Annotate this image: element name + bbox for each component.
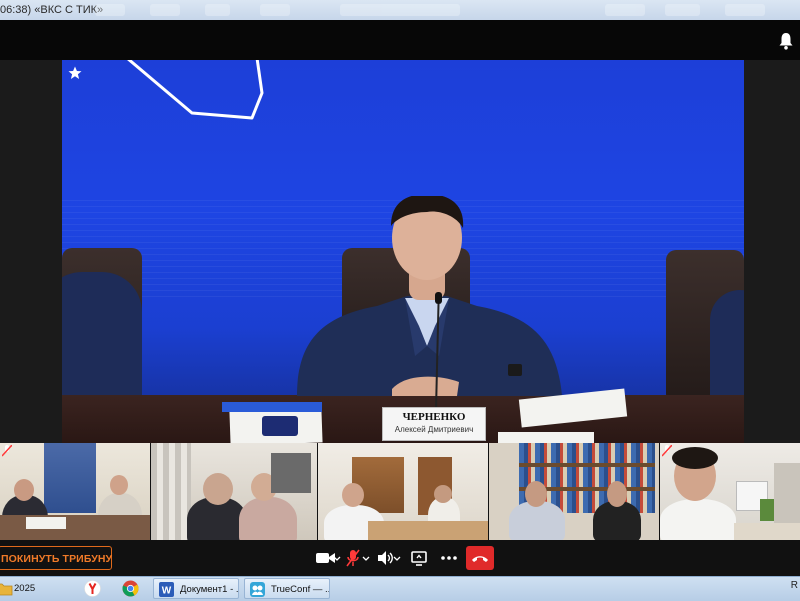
svg-text:W: W (162, 586, 172, 597)
taskbar-trueconf[interactable]: TrueConf — ... (244, 578, 330, 599)
map-outline-graphic (127, 60, 264, 120)
bell-icon[interactable] (778, 32, 794, 50)
taskbar-item-label: TrueConf — ... (271, 584, 330, 595)
yandex-browser-icon (84, 580, 101, 597)
main-video-stage[interactable]: ЧЕРНЕНКО Алексей Дмитриевич (62, 60, 744, 443)
camera-options-chevron-icon[interactable] (333, 548, 341, 568)
taskbar-word-document[interactable]: W Документ1 - ... (153, 578, 239, 599)
screen-share-icon[interactable] (410, 548, 428, 568)
hang-up-button[interactable] (466, 546, 494, 570)
microphone (435, 292, 442, 411)
blue-folder (222, 402, 322, 412)
nameplate-given-names: Алексей Дмитриевич (394, 425, 474, 434)
trueconf-icon (250, 582, 265, 597)
microphone-muted-icon[interactable] (345, 548, 361, 568)
taskbar-item-label: Документ1 - ... (180, 584, 239, 595)
more-options-icon[interactable] (440, 548, 458, 568)
smartphone (262, 416, 298, 436)
leave-podium-button[interactable]: ПОКИНУТЬ ТРИБУНУ (0, 546, 112, 570)
nameplate-surname: ЧЕРНЕНКО (402, 411, 466, 423)
participant-right-partial (710, 290, 744, 410)
word-icon: W (159, 582, 174, 597)
participant-thumbnail-3[interactable] (318, 443, 488, 540)
speaker-figure (297, 196, 562, 396)
system-tray-text: R (790, 580, 798, 591)
taskbar-folder-2025[interactable]: 2025 (0, 578, 72, 599)
mic-muted-icon (662, 445, 672, 457)
chrome-icon (122, 580, 139, 597)
speaker-nameplate: ЧЕРНЕНКО Алексей Дмитриевич (382, 407, 486, 441)
phone-hangup-icon (472, 556, 488, 562)
favorite-star-icon[interactable] (68, 66, 82, 80)
participant-thumbnail-5[interactable] (660, 443, 800, 540)
participant-thumbnail-2[interactable] (151, 443, 317, 540)
taskbar-item-label: 2025 (14, 583, 36, 594)
participant-thumbnails (0, 443, 800, 540)
blurred-background-tabs (85, 4, 800, 16)
participant-thumbnail-1[interactable] (0, 443, 150, 540)
papers-front (498, 432, 594, 443)
folder-icon (0, 583, 13, 596)
taskbar-yandex-browser[interactable] (80, 578, 106, 599)
window-titlebar: 06:38) «ВКС С ТИК» (0, 0, 800, 20)
mic-muted-icon (2, 445, 12, 457)
speaker-volume-icon[interactable] (376, 548, 394, 568)
taskbar-chrome[interactable] (118, 578, 144, 599)
participant-thumbnail-4[interactable] (489, 443, 659, 540)
windows-taskbar: 2025 W Документ1 - ... TrueConf — ... R (0, 576, 800, 601)
call-controls-bar: ПОКИНУТЬ ТРИБУНУ (0, 540, 800, 576)
microphone-options-chevron-icon[interactable] (362, 548, 370, 568)
speaker-options-chevron-icon[interactable] (393, 548, 401, 568)
participant-left-partial (62, 272, 142, 412)
app-header (0, 20, 800, 60)
